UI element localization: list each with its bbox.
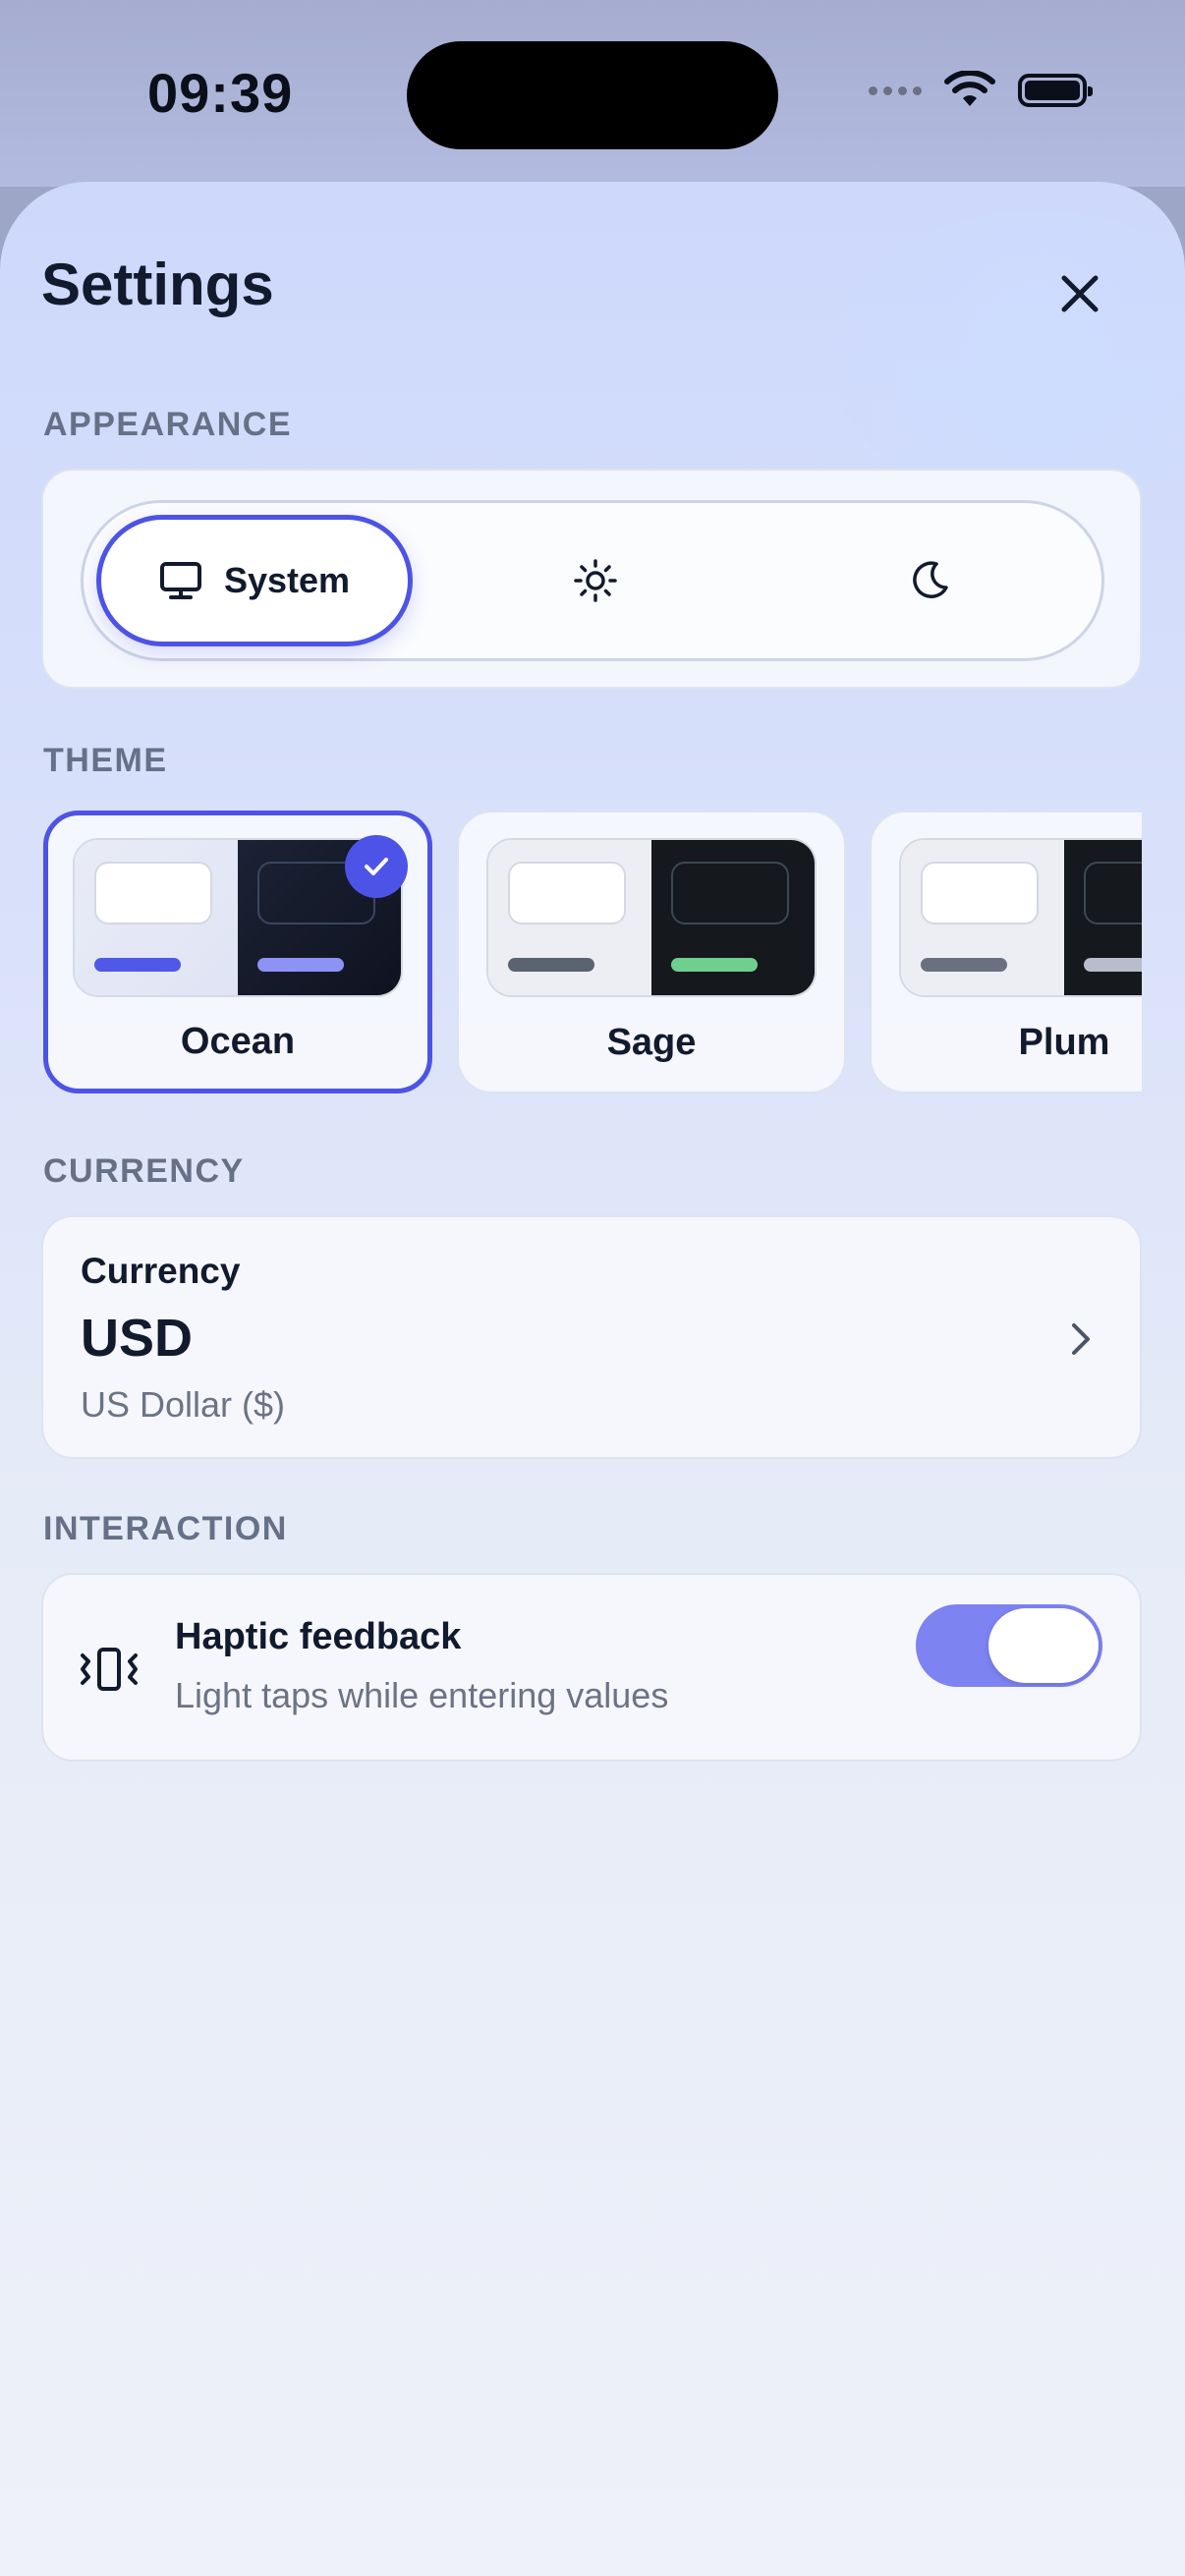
- status-icons: [869, 71, 1093, 110]
- appearance-system-button[interactable]: System: [96, 515, 413, 646]
- close-icon[interactable]: [1051, 265, 1108, 322]
- currency-code: USD: [81, 1309, 194, 1368]
- appearance-card: System: [41, 469, 1142, 689]
- interaction-label: INTERACTION: [43, 1510, 288, 1547]
- appearance-dark-button[interactable]: [771, 515, 1088, 646]
- haptic-subtitle: Light taps while entering values: [175, 1675, 669, 1715]
- appearance-label: APPEARANCE: [43, 406, 293, 443]
- currency-title: Currency: [81, 1251, 241, 1291]
- status-time: 09:39: [147, 62, 294, 124]
- page-title: Settings: [41, 252, 274, 317]
- theme-label: THEME: [43, 742, 168, 779]
- decorative-glow: [831, 211, 1185, 506]
- theme-scroll-clip: Plum: [0, 811, 1142, 1105]
- currency-label: CURRENCY: [43, 1152, 245, 1190]
- status-bar: 09:39: [0, 0, 1185, 187]
- theme-card-plum[interactable]: Plum: [870, 811, 1142, 1093]
- appearance-segmented-control: System: [81, 500, 1104, 661]
- currency-name: US Dollar ($): [81, 1384, 286, 1425]
- vibration-icon: [81, 1648, 138, 1691]
- chevron-right-icon: [1072, 1323, 1090, 1355]
- monitor-icon: [159, 562, 201, 599]
- appearance-light-button[interactable]: [437, 515, 754, 646]
- dynamic-island: [407, 41, 778, 149]
- signal-icon: [869, 85, 922, 95]
- sun-icon: [574, 559, 617, 602]
- theme-preview: [899, 838, 1142, 997]
- settings-sheet: Settings APPEARANCE System THEME Ocean S…: [0, 182, 1185, 2576]
- haptic-row: Haptic feedback Light taps while enterin…: [41, 1573, 1142, 1762]
- theme-name: Plum: [1018, 1022, 1110, 1063]
- battery-icon: [1018, 74, 1093, 107]
- moon-icon: [913, 561, 948, 598]
- wifi-icon: [944, 71, 995, 106]
- haptic-toggle[interactable]: [916, 1604, 1102, 1687]
- haptic-title: Haptic feedback: [175, 1616, 462, 1657]
- appearance-system-label: System: [223, 560, 351, 600]
- currency-row[interactable]: Currency USD US Dollar ($): [41, 1215, 1142, 1459]
- toggle-knob: [988, 1608, 1099, 1683]
